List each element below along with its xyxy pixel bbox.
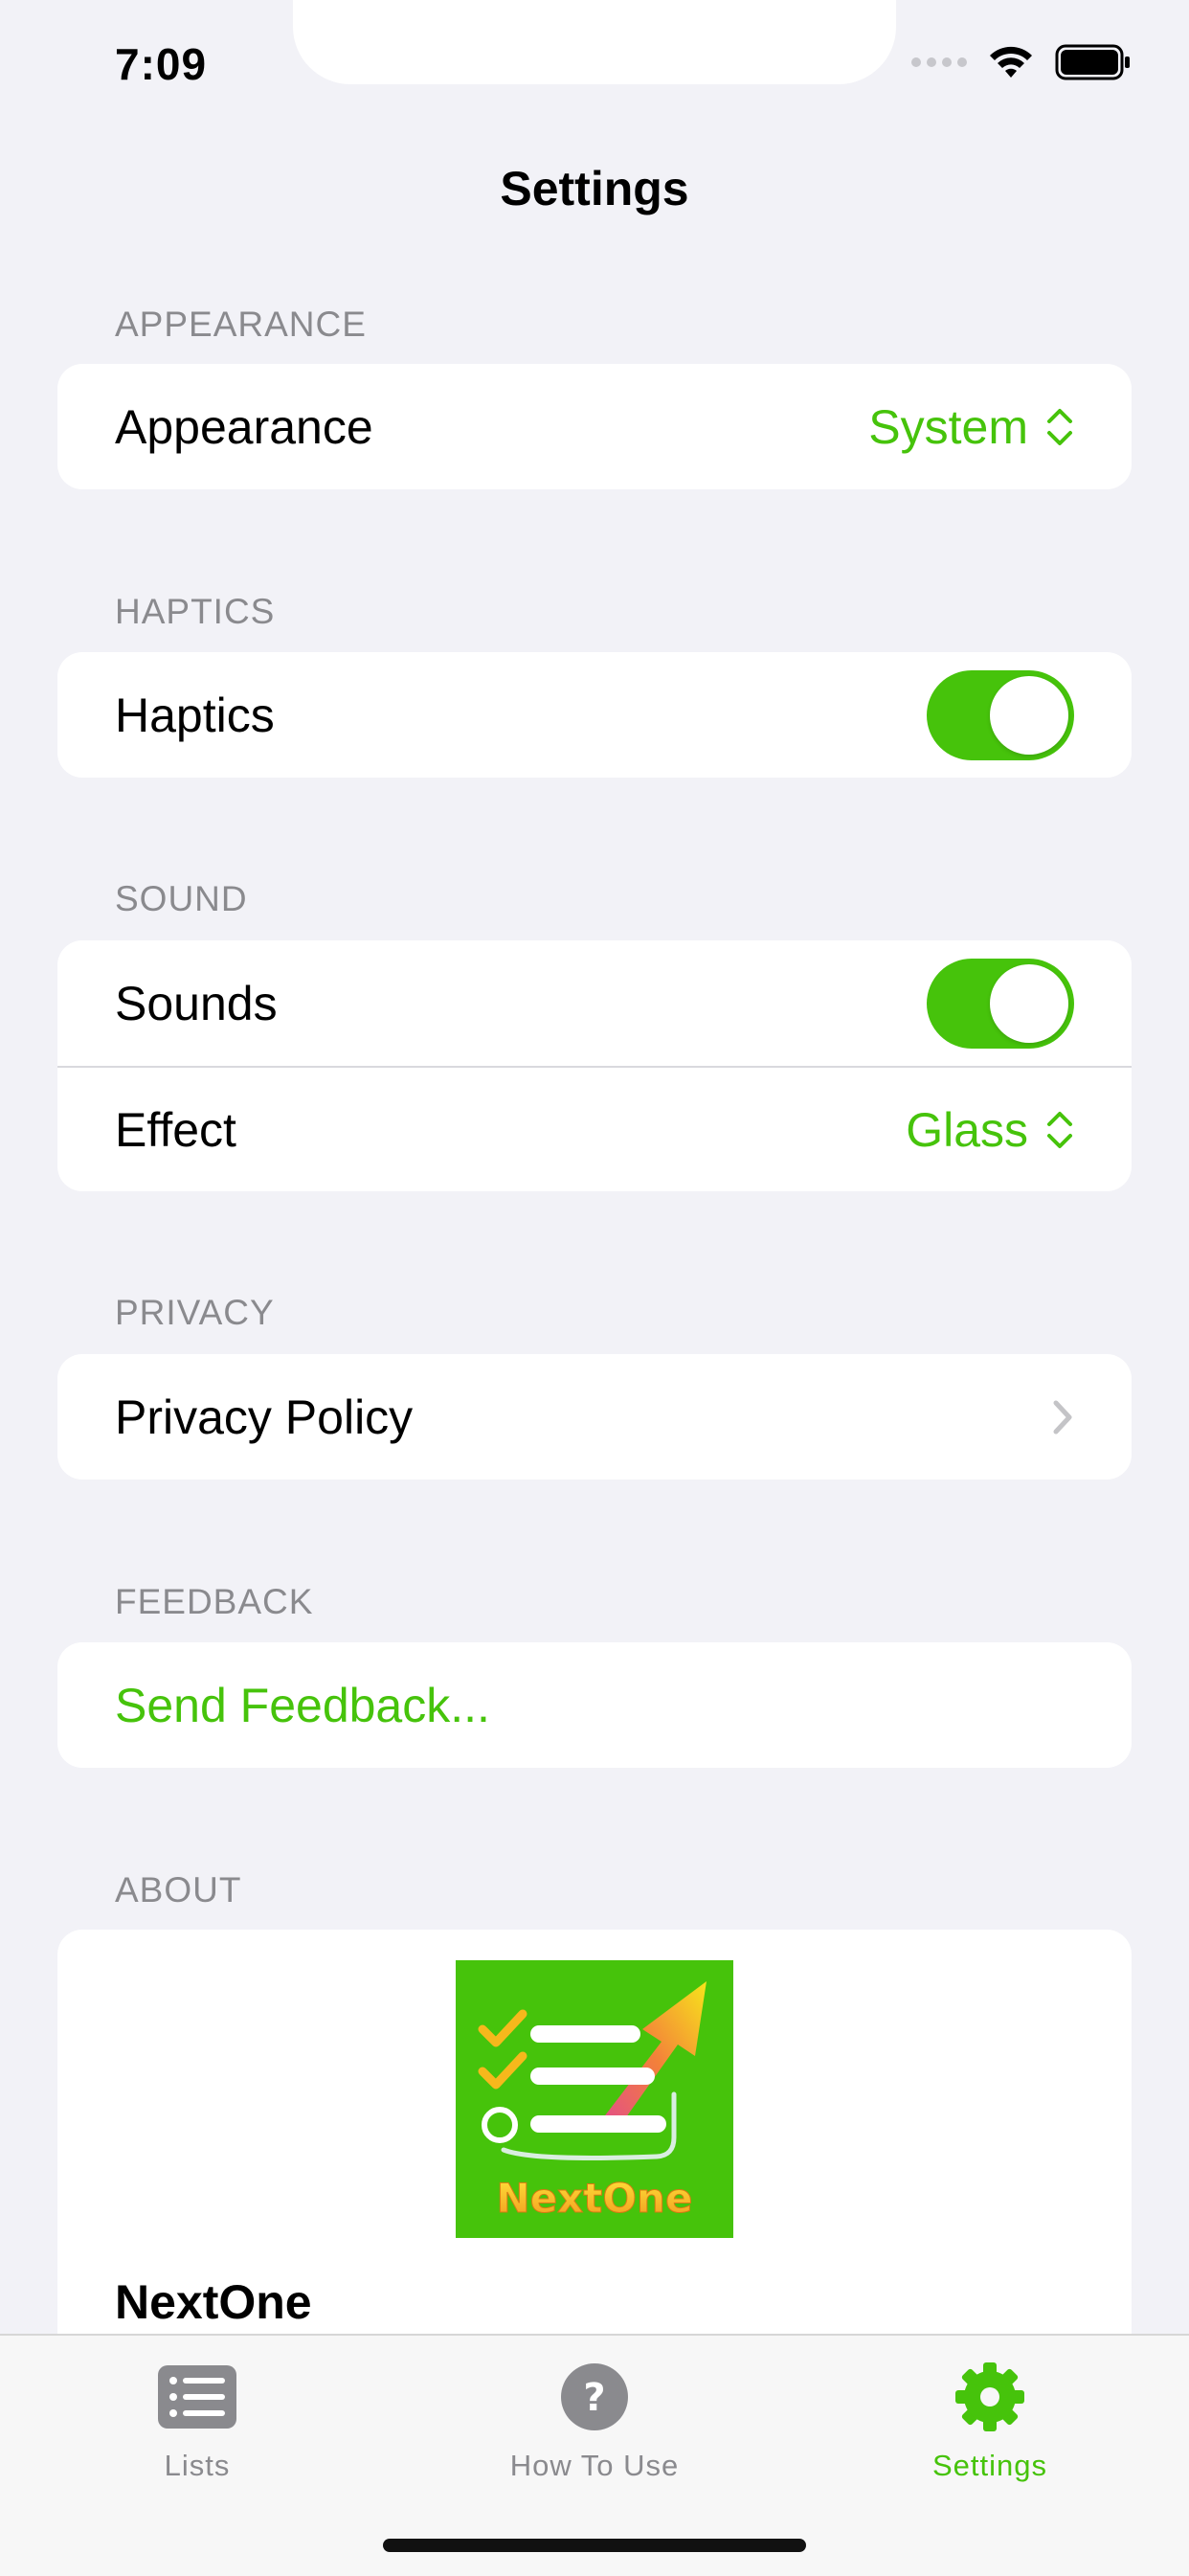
tab-how-to-use[interactable]: ? How To Use — [451, 2359, 738, 2483]
status-bar: 7:09 — [0, 0, 1189, 124]
appearance-card: Appearance System — [57, 364, 1132, 489]
wifi-icon — [988, 45, 1034, 79]
section-header-appearance: APPEARANCE — [115, 305, 367, 344]
chevron-right-icon — [1051, 1398, 1074, 1436]
effect-row[interactable]: Effect Glass — [57, 1066, 1132, 1191]
gear-icon — [846, 2359, 1133, 2435]
appearance-value: System — [868, 399, 1028, 454]
effect-value: Glass — [906, 1102, 1028, 1157]
tab-settings[interactable]: Settings — [846, 2359, 1133, 2483]
status-time: 7:09 — [115, 39, 208, 89]
sounds-label: Sounds — [115, 976, 278, 1030]
app-name: NextOne — [115, 2275, 312, 2329]
device-notch — [293, 0, 896, 84]
svg-text:?: ? — [583, 2376, 605, 2420]
chevron-up-down-icon — [1045, 406, 1074, 448]
tab-lists[interactable]: Lists — [54, 2359, 341, 2483]
app-logo: NextOne — [456, 1960, 733, 2238]
question-icon: ? — [451, 2359, 738, 2435]
home-indicator[interactable] — [383, 2539, 806, 2552]
send-feedback-button[interactable]: Send Feedback... — [115, 1678, 1074, 1733]
section-header-privacy: PRIVACY — [115, 1293, 275, 1332]
feedback-card: Send Feedback... — [57, 1642, 1132, 1768]
tab-lists-label: Lists — [164, 2449, 231, 2482]
about-card: NextOne NextOne — [57, 1930, 1132, 2370]
toggle-knob — [990, 675, 1068, 755]
sounds-row: Sounds — [57, 940, 1132, 1066]
list-icon — [54, 2359, 341, 2435]
haptics-toggle[interactable] — [927, 669, 1074, 760]
appearance-picker[interactable]: System — [868, 399, 1074, 455]
section-header-sound: SOUND — [115, 879, 248, 918]
appearance-row[interactable]: Appearance System — [57, 364, 1132, 489]
section-header-feedback: FEEDBACK — [115, 1582, 314, 1621]
toggle-knob — [990, 963, 1068, 1043]
privacy-card: Privacy Policy — [57, 1354, 1132, 1480]
haptics-label: Haptics — [115, 688, 275, 742]
send-feedback-row[interactable]: Send Feedback... — [57, 1642, 1132, 1768]
battery-icon — [1055, 44, 1132, 80]
chevron-up-down-icon — [1045, 1109, 1074, 1151]
sounds-toggle[interactable] — [927, 958, 1074, 1049]
status-icons — [911, 44, 1132, 80]
sound-card: Sounds Effect Glass — [57, 940, 1132, 1191]
logo-wordmark: NextOne — [497, 2175, 693, 2222]
privacy-policy-row[interactable]: Privacy Policy — [57, 1354, 1132, 1480]
effect-label: Effect — [115, 1102, 236, 1157]
effect-picker[interactable]: Glass — [906, 1102, 1074, 1158]
haptics-row: Haptics — [57, 652, 1132, 778]
privacy-policy-label: Privacy Policy — [115, 1390, 414, 1444]
section-header-about: ABOUT — [115, 1870, 242, 1909]
tab-how-to-use-label: How To Use — [509, 2449, 680, 2482]
section-header-haptics: HAPTICS — [115, 592, 276, 631]
tab-settings-label: Settings — [931, 2449, 1047, 2482]
haptics-card: Haptics — [57, 652, 1132, 778]
cellular-signal-icon — [911, 57, 967, 67]
page-title: Settings — [500, 162, 689, 215]
appearance-label: Appearance — [115, 399, 373, 454]
